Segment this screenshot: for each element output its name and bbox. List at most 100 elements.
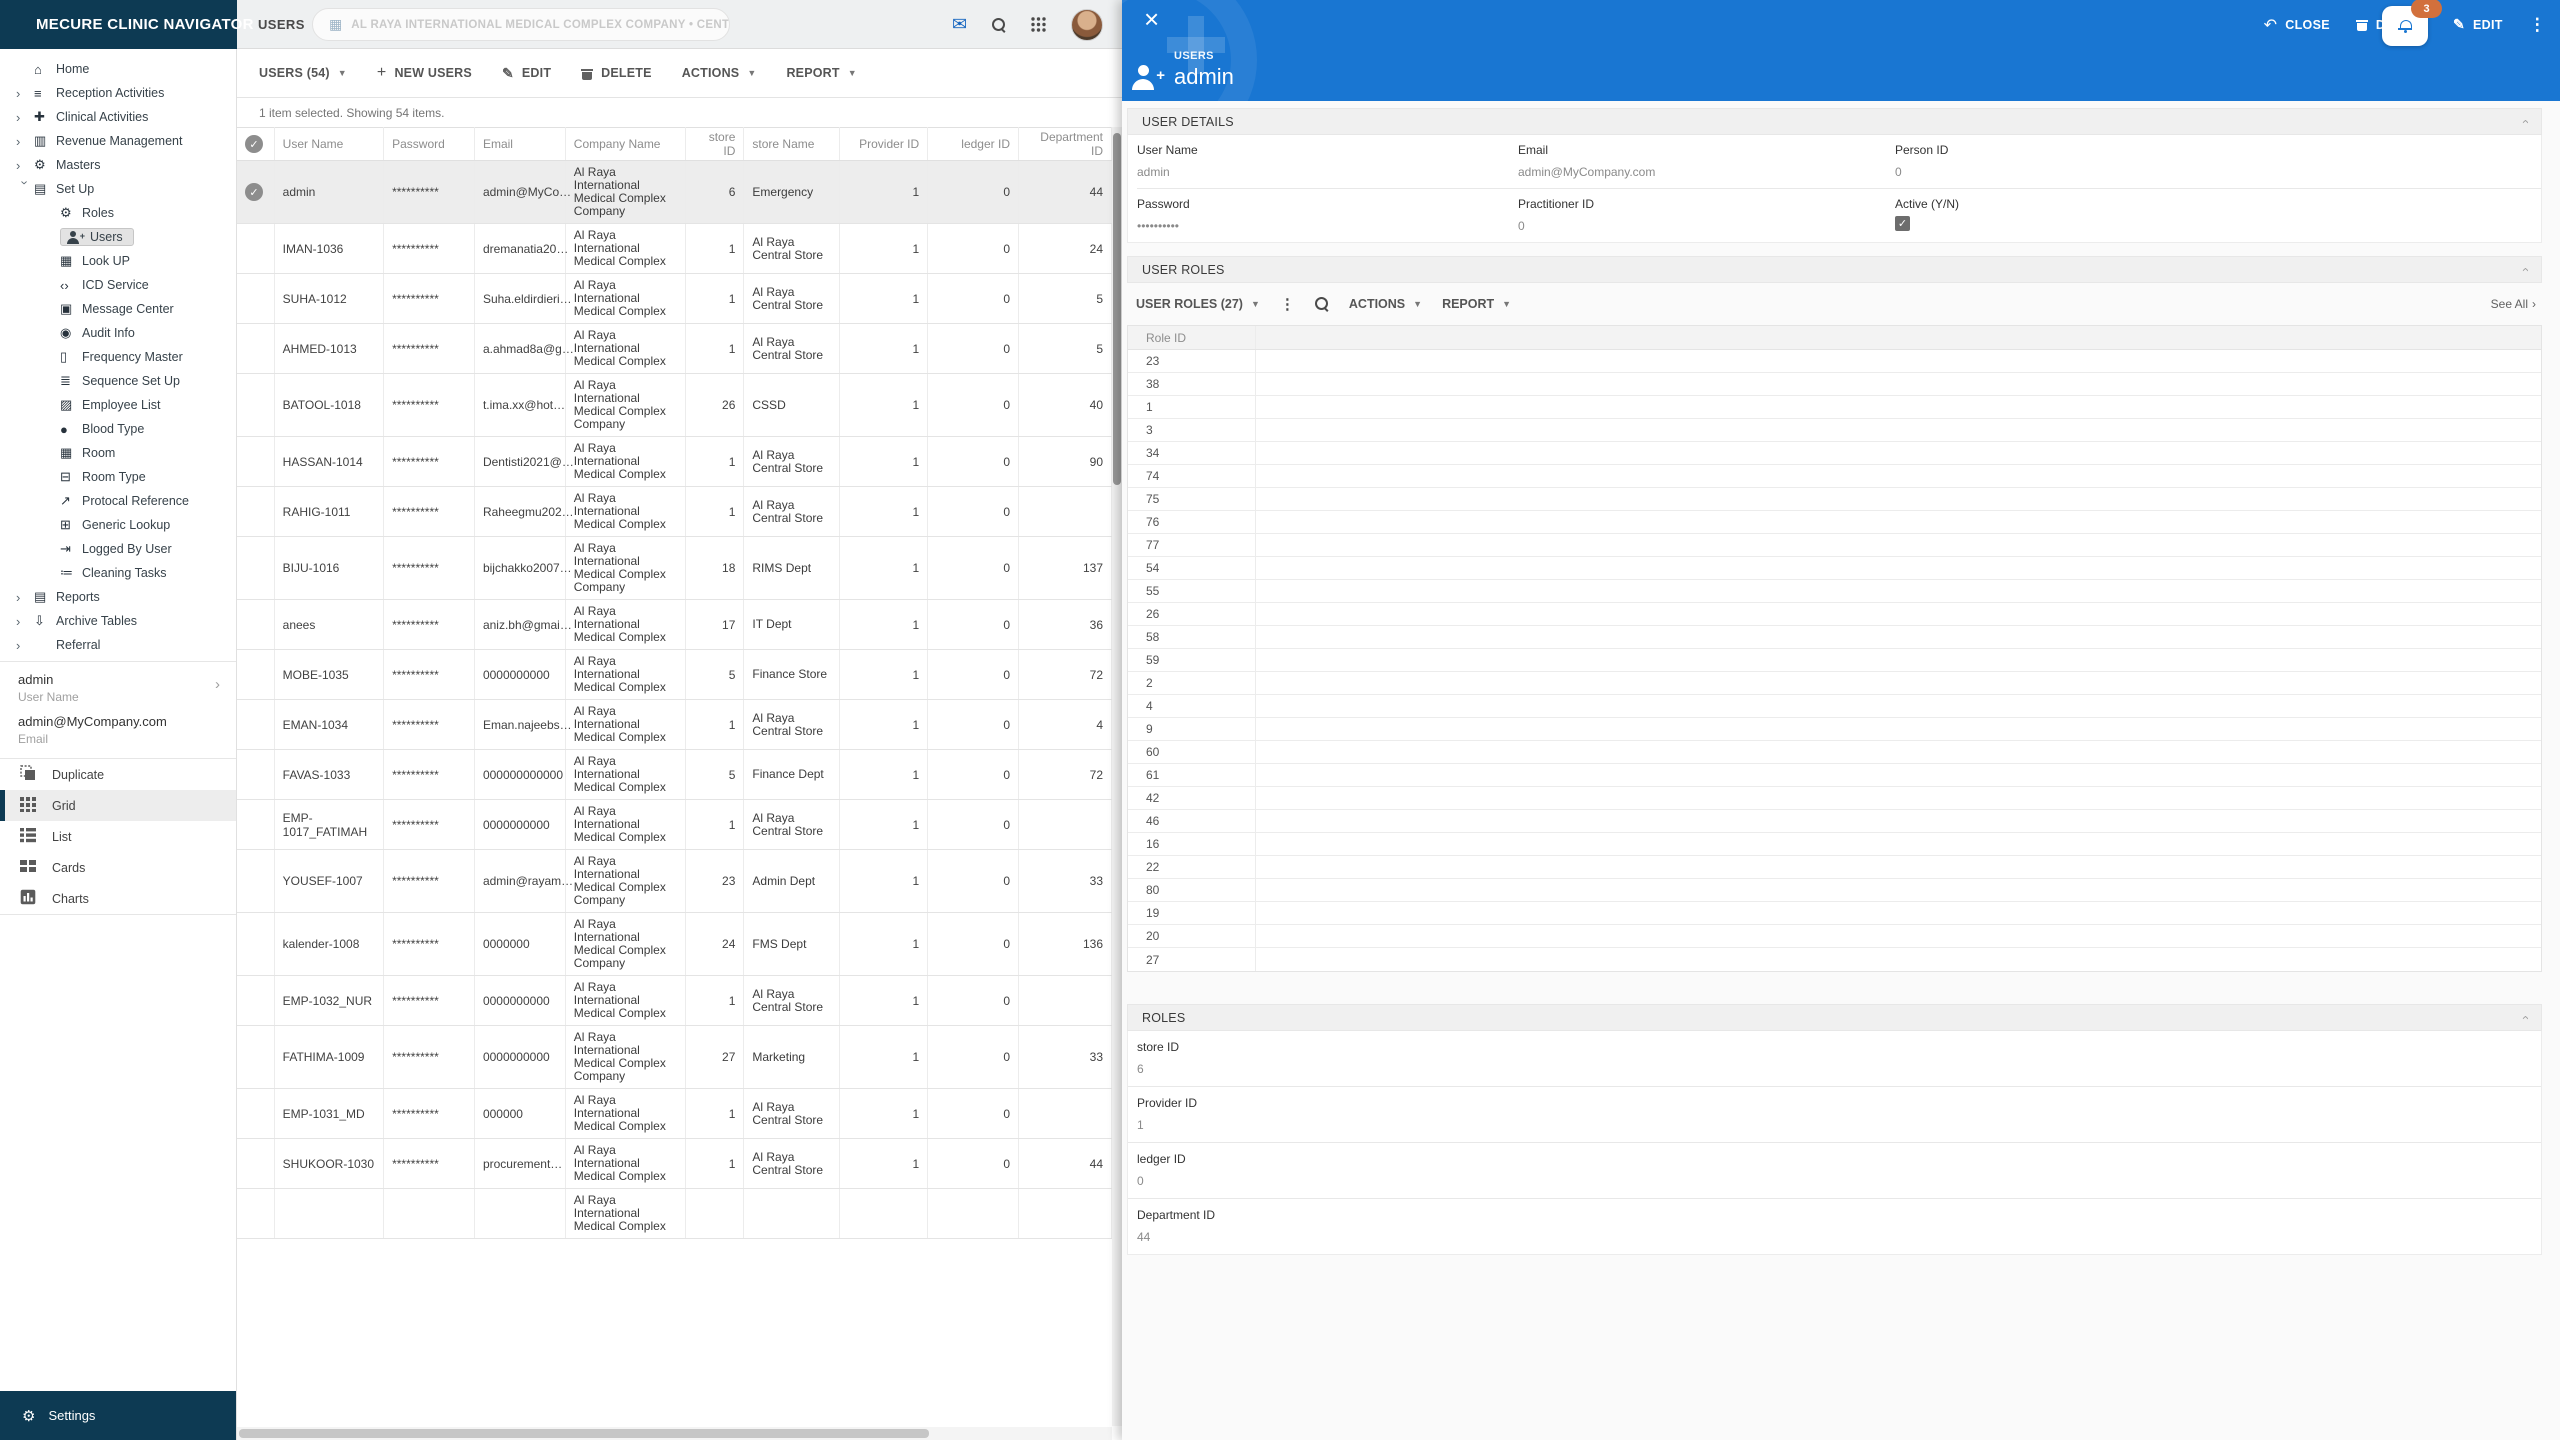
- actions-dropdown[interactable]: ACTIONS▼: [682, 66, 757, 80]
- role-row[interactable]: 75: [1128, 488, 2541, 511]
- sidebar-item-revenue-management[interactable]: ›▥Revenue Management: [0, 129, 236, 153]
- sidebar-item-home[interactable]: ⌂Home: [0, 57, 236, 81]
- sidebar-item-generic-lookup[interactable]: ⊞Generic Lookup: [0, 513, 236, 537]
- role-row[interactable]: 61: [1128, 764, 2541, 787]
- role-row[interactable]: 34: [1128, 442, 2541, 465]
- column-header-company-name[interactable]: Company Name: [565, 128, 685, 161]
- role-row[interactable]: 4: [1128, 695, 2541, 718]
- role-row[interactable]: 80: [1128, 879, 2541, 902]
- search-icon[interactable]: [992, 18, 1006, 32]
- sidebar-item-referral[interactable]: ›Referral: [0, 633, 236, 657]
- close-button[interactable]: ↶CLOSE: [2264, 15, 2330, 35]
- sidebar-item-set-up[interactable]: ›▤Set Up: [0, 177, 236, 201]
- chevron-right-icon[interactable]: ›: [215, 676, 220, 693]
- report-dropdown[interactable]: REPORT▼: [1442, 297, 1511, 311]
- role-row[interactable]: 3: [1128, 419, 2541, 442]
- row-checkbox[interactable]: [237, 850, 274, 913]
- view-duplicate[interactable]: Duplicate: [0, 759, 236, 790]
- table-row-suha-1012[interactable]: SUHA-1012**********Suha.eldirdieri…Al Ra…: [237, 274, 1112, 324]
- row-checkbox[interactable]: [237, 1026, 274, 1089]
- row-checkbox[interactable]: [237, 224, 274, 274]
- row-checkbox[interactable]: [237, 324, 274, 374]
- scrollbar-thumb[interactable]: [1113, 133, 1121, 485]
- chevron-right-icon[interactable]: ›: [16, 158, 34, 173]
- table-row-yousef-1007[interactable]: YOUSEF-1007**********admin@rayam…Al Raya…: [237, 850, 1112, 913]
- chevron-down-icon[interactable]: ›: [18, 180, 33, 198]
- close-icon[interactable]: ×: [1144, 6, 1159, 32]
- roles-header[interactable]: ROLES ›: [1127, 1004, 2542, 1031]
- role-row[interactable]: 23: [1128, 350, 2541, 373]
- user-roles-header[interactable]: USER ROLES ›: [1127, 256, 2542, 283]
- table-row-emp-1017-fatimah[interactable]: EMP-1017_FATIMAH**********0000000000Al R…: [237, 800, 1112, 850]
- chevron-right-icon[interactable]: ›: [16, 86, 34, 101]
- row-checkbox[interactable]: [237, 374, 274, 437]
- edit-button[interactable]: ✎EDIT: [502, 65, 551, 82]
- horizontal-scrollbar[interactable]: [237, 1427, 1112, 1440]
- row-checkbox[interactable]: [237, 600, 274, 650]
- role-row[interactable]: 55: [1128, 580, 2541, 603]
- more-options-icon[interactable]: ⋮: [1280, 295, 1295, 313]
- role-row[interactable]: 1: [1128, 396, 2541, 419]
- table-row-biju-1016[interactable]: BIJU-1016**********bijchakko2007…Al Raya…: [237, 537, 1112, 600]
- vertical-scrollbar[interactable]: [1112, 127, 1122, 1426]
- row-checkbox[interactable]: [237, 800, 274, 850]
- user-details-header[interactable]: USER DETAILS ›: [1127, 108, 2542, 135]
- collapse-icon[interactable]: ›: [2517, 267, 2532, 272]
- role-row[interactable]: 58: [1128, 626, 2541, 649]
- table-row-iman-1036[interactable]: IMAN-1036**********dremanatia20…Al Raya …: [237, 224, 1112, 274]
- sidebar-item-cleaning-tasks[interactable]: ≔Cleaning Tasks: [0, 561, 236, 585]
- row-checkbox[interactable]: [237, 437, 274, 487]
- row-checkbox[interactable]: [237, 537, 274, 600]
- role-row[interactable]: 42: [1128, 787, 2541, 810]
- column-header-store-name[interactable]: store Name: [744, 128, 840, 161]
- actions-dropdown[interactable]: ACTIONS▼: [1349, 297, 1422, 311]
- column-header-email[interactable]: Email: [474, 128, 565, 161]
- chevron-right-icon[interactable]: ›: [16, 134, 34, 149]
- role-row[interactable]: 26: [1128, 603, 2541, 626]
- collection-selector[interactable]: USERS (54)▼: [259, 66, 347, 80]
- edit-button[interactable]: ✎EDIT: [2453, 16, 2503, 33]
- row-checkbox[interactable]: [237, 750, 274, 800]
- sidebar-item-blood-type[interactable]: ●Blood Type: [0, 417, 236, 441]
- settings-button[interactable]: ⚙ Settings: [0, 1391, 236, 1440]
- row-checkbox[interactable]: [237, 487, 274, 537]
- role-row[interactable]: 22: [1128, 856, 2541, 879]
- view-cards[interactable]: Cards: [0, 852, 236, 883]
- sidebar-item-roles[interactable]: ⚙Roles: [0, 201, 236, 225]
- sidebar-item-archive-tables[interactable]: ›⇩Archive Tables: [0, 609, 236, 633]
- scrollbar-thumb[interactable]: [239, 1429, 929, 1438]
- table-row-fathima-1009[interactable]: FATHIMA-1009**********0000000000Al Raya …: [237, 1026, 1112, 1089]
- mail-icon[interactable]: ✉: [952, 14, 967, 35]
- collapse-icon[interactable]: ›: [2517, 119, 2532, 124]
- table-row-emp-1031-md[interactable]: EMP-1031_MD**********000000Al Raya Inter…: [237, 1089, 1112, 1139]
- active-checkbox[interactable]: ✓: [1895, 216, 1910, 231]
- chevron-right-icon[interactable]: ›: [16, 638, 34, 653]
- table-row-admin[interactable]: ✓admin**********admin@MyCo…Al Raya Inter…: [237, 161, 1112, 224]
- sidebar-item-room[interactable]: ▦Room: [0, 441, 236, 465]
- role-row[interactable]: 27: [1128, 948, 2541, 971]
- user-avatar[interactable]: [1071, 9, 1103, 41]
- table-row-anees[interactable]: anees**********aniz.bh@gmai…Al Raya Inte…: [237, 600, 1112, 650]
- chevron-right-icon[interactable]: ›: [16, 110, 34, 125]
- overflow-menu-icon[interactable]: ⋮: [2529, 15, 2546, 35]
- column-header-ledger-id[interactable]: ledger ID: [928, 128, 1019, 161]
- table-row-batool-1018[interactable]: BATOOL-1018**********t.ima.xx@hot…Al Ray…: [237, 374, 1112, 437]
- row-checkbox[interactable]: [237, 1139, 274, 1189]
- column-header-user-name[interactable]: User Name: [274, 128, 383, 161]
- sidebar-item-room-type[interactable]: ⊟Room Type: [0, 465, 236, 489]
- chevron-right-icon[interactable]: ›: [16, 614, 34, 629]
- sidebar-item-protocal-reference[interactable]: ↗Protocal Reference: [0, 489, 236, 513]
- role-row[interactable]: 9: [1128, 718, 2541, 741]
- table-row-ahmed-1013[interactable]: AHMED-1013**********a.ahmad8a@g…Al Raya …: [237, 324, 1112, 374]
- apps-grid-icon[interactable]: [1031, 17, 1046, 32]
- role-row[interactable]: 60: [1128, 741, 2541, 764]
- role-row[interactable]: 46: [1128, 810, 2541, 833]
- context-search-pill[interactable]: ▦ AL RAYA INTERNATIONAL MEDICAL COMPLEX …: [312, 8, 730, 41]
- column-header-provider-id[interactable]: Provider ID: [840, 128, 928, 161]
- role-row[interactable]: 38: [1128, 373, 2541, 396]
- role-row[interactable]: 74: [1128, 465, 2541, 488]
- table-row-kalender-1008[interactable]: kalender-1008**********0000000Al Raya In…: [237, 913, 1112, 976]
- table-row-emp-1032-nur[interactable]: EMP-1032_NUR**********0000000000Al Raya …: [237, 976, 1112, 1026]
- row-checkbox[interactable]: [237, 650, 274, 700]
- sidebar-item-message-center[interactable]: ▣Message Center: [0, 297, 236, 321]
